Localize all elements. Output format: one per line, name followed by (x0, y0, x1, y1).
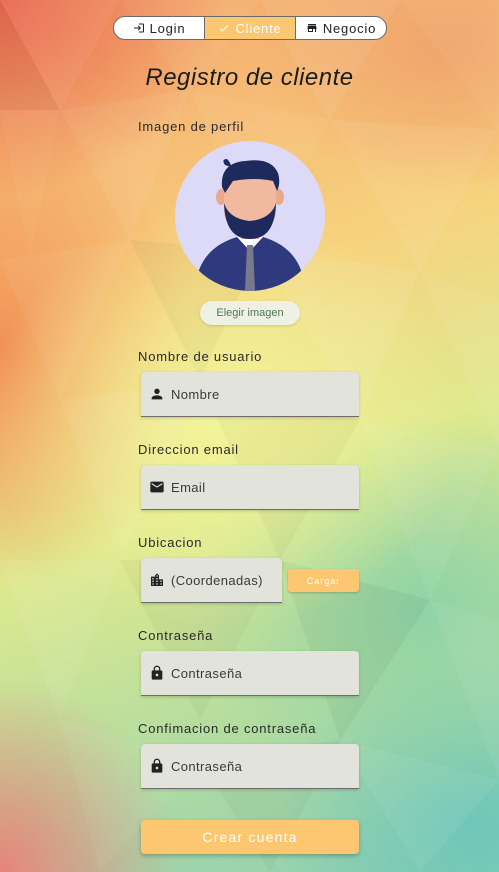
location-label: Ubicacion (138, 535, 203, 550)
tab-negocio[interactable]: Negocio (296, 17, 386, 39)
person-icon (151, 388, 163, 400)
login-icon (133, 23, 144, 33)
email-input[interactable] (171, 479, 359, 495)
avatar-illustration-icon (175, 141, 325, 291)
password-confirm-field[interactable] (141, 744, 359, 789)
mode-toggle: Login Cliente Negocio (113, 16, 387, 40)
tab-negocio-label: Negocio (322, 20, 377, 36)
tab-login[interactable]: Login (114, 17, 205, 39)
password-confirm-label: Confimacion de contraseña (138, 721, 317, 736)
tab-cliente-label: Cliente (235, 20, 282, 36)
lock-icon (151, 665, 163, 680)
lock-icon (151, 758, 163, 773)
password-input[interactable] (171, 665, 359, 681)
username-label: Nombre de usuario (138, 349, 263, 364)
mail-icon (150, 481, 164, 493)
email-field[interactable] (141, 465, 359, 510)
email-label: Direccion email (138, 442, 239, 457)
password-label: Contraseña (138, 628, 214, 643)
background-pattern (0, 0, 499, 872)
page-title: Registro de cliente (145, 64, 354, 91)
location-field[interactable] (141, 558, 282, 603)
store-icon (307, 24, 317, 32)
password-confirm-input[interactable] (171, 758, 359, 774)
city-icon (151, 573, 163, 586)
profile-image-label: Imagen de perfil (138, 119, 245, 134)
choose-image-button[interactable]: Elegir imagen (200, 301, 300, 325)
create-account-button[interactable]: Crear cuenta (141, 820, 359, 854)
password-field[interactable] (141, 651, 359, 696)
location-input[interactable] (171, 572, 282, 588)
check-icon (220, 24, 229, 32)
username-input[interactable] (171, 386, 359, 402)
avatar[interactable] (175, 141, 325, 291)
tab-cliente[interactable]: Cliente (205, 17, 296, 39)
tab-login-label: Login (149, 20, 186, 36)
username-field[interactable] (141, 372, 359, 417)
load-location-button[interactable]: Cargar (288, 569, 359, 592)
